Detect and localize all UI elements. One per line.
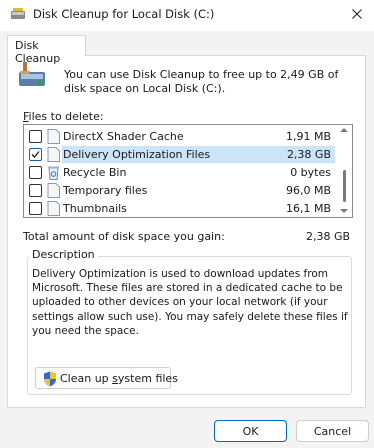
item-size: 2,38 GB xyxy=(286,148,331,161)
recycle-bin-icon xyxy=(48,166,59,180)
checkbox[interactable] xyxy=(29,202,42,215)
clean-up-system-files-label: Clean up system files xyxy=(60,372,178,385)
list-item[interactable]: Temporary files 96,0 MB xyxy=(24,182,335,199)
close-button[interactable] xyxy=(343,2,371,26)
description-text: Delivery Optimization is used to downloa… xyxy=(32,268,348,337)
cleanup-label-start: Clean up xyxy=(60,372,113,385)
scroll-up-icon[interactable] xyxy=(340,128,348,132)
file-icon xyxy=(47,147,60,162)
clean-up-system-files-button[interactable]: Clean up system files xyxy=(35,367,178,389)
item-size: 1,91 MB xyxy=(285,130,331,143)
files-list[interactable]: DirectX Shader Cache 1,91 MB Delivery Op… xyxy=(23,124,353,218)
item-name: Recycle Bin xyxy=(63,166,127,179)
files-label-text: iles to delete: xyxy=(28,110,104,123)
item-name: Temporary files xyxy=(63,184,148,197)
checkbox[interactable] xyxy=(29,184,42,197)
total-gain-value: 2,38 GB xyxy=(306,230,351,243)
description-title: Description xyxy=(29,248,98,261)
close-icon xyxy=(352,9,362,19)
checkbox[interactable] xyxy=(29,148,42,161)
checkbox[interactable] xyxy=(29,166,42,179)
item-size: 0 bytes xyxy=(290,166,331,179)
item-name: Delivery Optimization Files xyxy=(63,148,211,161)
intro-text: You can use Disk Cleanup to free up to 2… xyxy=(64,68,339,95)
list-item[interactable]: DirectX Shader Cache 1,91 MB xyxy=(24,128,335,145)
item-size: 16,1 MB xyxy=(285,202,331,215)
file-icon xyxy=(47,183,60,198)
files-to-delete-label: Files to delete: xyxy=(23,110,104,123)
total-gain-label: Total amount of disk space you gain: xyxy=(23,230,225,243)
window-title: Disk Cleanup for Local Disk (C:) xyxy=(33,7,215,21)
title-bar: Disk Cleanup for Local Disk (C:) xyxy=(0,0,374,31)
ok-button[interactable]: OK xyxy=(214,420,287,442)
list-item[interactable]: Thumbnails 16,1 MB xyxy=(24,200,335,217)
item-name: DirectX Shader Cache xyxy=(63,130,184,143)
item-size: 96,0 MB xyxy=(285,184,331,197)
checkbox[interactable] xyxy=(29,130,42,143)
file-icon xyxy=(47,129,60,144)
list-item[interactable]: Delivery Optimization Files 2,38 GB xyxy=(24,146,335,163)
tab-disk-cleanup[interactable]: Disk Cleanup xyxy=(7,35,86,65)
scrollbar-thumb[interactable] xyxy=(343,170,346,202)
file-icon xyxy=(47,201,60,216)
cleanup-label-end: ystem files xyxy=(117,372,178,385)
uac-shield-icon xyxy=(44,371,56,387)
item-name: Thumbnails xyxy=(63,202,127,215)
scroll-down-icon[interactable] xyxy=(340,209,348,213)
list-item[interactable]: Recycle Bin 0 bytes xyxy=(24,164,335,181)
disk-cleanup-app-icon xyxy=(11,8,25,19)
cancel-button[interactable]: Cancel xyxy=(296,420,369,442)
checkmark-icon xyxy=(31,151,40,158)
